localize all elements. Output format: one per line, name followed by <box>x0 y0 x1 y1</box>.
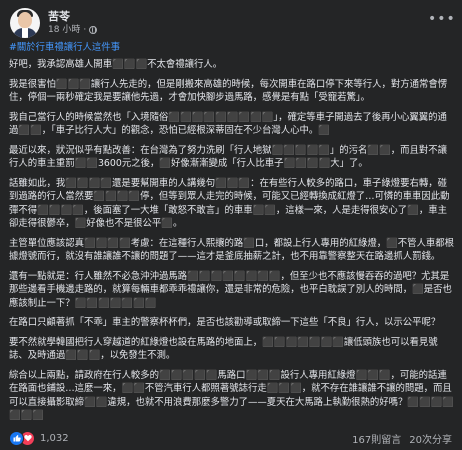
post-header: 苦苓 18 小時 · <box>10 6 98 40</box>
post-meta: 苦苓 18 小時 · <box>48 10 98 36</box>
post-content: #關於行車禮讓行人這件事 好吧，我承認高雄人開車⬛⬛⬛不太會禮讓行人。 我是很害… <box>9 41 455 429</box>
heart-glyph <box>23 434 32 442</box>
author-name[interactable]: 苦苓 <box>48 10 97 24</box>
reactions-summary[interactable]: 1,032 <box>9 430 69 446</box>
paragraph-1: 好吧，我承認高雄人開車⬛⬛⬛不太會禮讓行人。 <box>9 59 223 71</box>
hashtag-line: #關於行車禮讓行人這件事 <box>9 41 455 54</box>
post-footer: 1,032 167則留言 20次分享 <box>9 430 452 446</box>
paragraph-8: 在路口只顧著抓「不乖」車主的警察杯杯們，是否也該勸導或取締一下這些「不良」行人，… <box>9 317 441 329</box>
reaction-count: 1,032 <box>40 432 69 444</box>
avatar[interactable] <box>10 8 40 38</box>
post-card: 苦苓 18 小時 · ••• #關於行車禮讓行人這件事 好吧，我承認高雄人開車⬛… <box>0 0 462 450</box>
globe-icon <box>89 26 98 34</box>
avatar-face <box>18 12 32 28</box>
paragraph-5: 話雖如此，我⬛⬛⬛⬛還是要幫開車的人講幾句⬛⬛⬛：在有些行人較多的路口，車子綠燈… <box>9 178 450 230</box>
thumb-up-glyph <box>13 435 21 442</box>
paragraph-4: 最近以來，狀況似乎有點改善：在台灣為了努力洗刷「行人地獄⬛⬛⬛⬛⬛」的污名⬛⬛，… <box>9 145 447 170</box>
paragraph-10: 綜合以上兩點，請政府在行人較多的⬛⬛⬛⬛⬛馬路口⬛⬛⬛設行人專用紅綠燈⬛⬛⬛，可… <box>9 369 455 422</box>
like-reaction-icon <box>9 430 24 446</box>
avatar-shirt <box>22 28 28 38</box>
post-time-row: 18 小時 · <box>48 24 98 36</box>
post-time[interactable]: 18 小時 <box>48 24 80 36</box>
hashtag-link[interactable]: #關於行車禮讓行人這件事 <box>9 42 120 53</box>
paragraph-3: 我自己當行人的時候當然也「入境隨俗⬛⬛⬛⬛⬛⬛⬛⬛⬛」，確定等車子開過去了後再小… <box>9 112 447 137</box>
more-options-icon[interactable]: ••• <box>428 12 455 28</box>
paragraph-2: 我是很害怕⬛⬛⬛讓行人先走的，但是剛搬來高雄的時候，每次開車在路口停下來等行人，… <box>9 79 448 104</box>
paragraph-9: 要不然就學韓國把行人穿越道的紅綠燈也設在馬路的地面上，⬛⬛⬛⬛⬛⬛⬛讓低頭族也可… <box>9 336 438 362</box>
paragraph-7: 還有一點就是：行人雖然不必急沖沖過馬路⬛⬛⬛⬛⬛⬛⬛⬛，但至少也不應該慢吞吞的過… <box>9 270 452 309</box>
comments-count-link[interactable]: 167則留言 <box>352 431 401 446</box>
paragraph-6: 主管單位應該認真⬛⬛⬛⬛考慮：在這種行人熙攘的路⬛口，都設上行人專用的紅綠燈，⬛… <box>9 237 455 263</box>
separator-dot: · <box>83 25 87 35</box>
shares-count-link[interactable]: 20次分享 <box>409 431 452 446</box>
